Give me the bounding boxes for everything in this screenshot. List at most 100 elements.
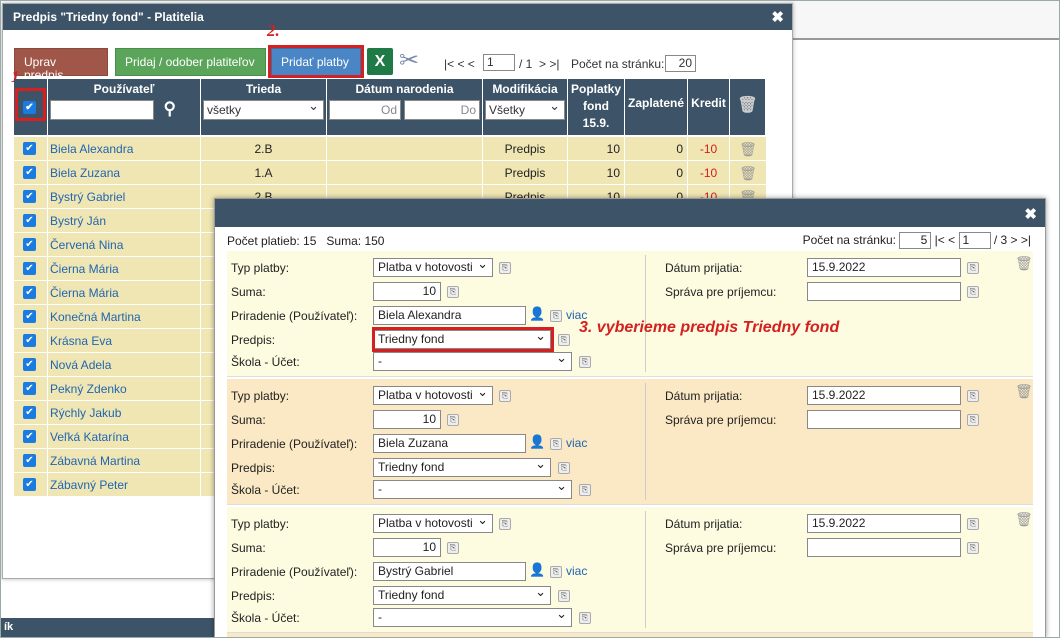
pager-first[interactable]: |< <box>935 233 945 247</box>
page-select[interactable]: 1 <box>483 54 515 71</box>
user-name[interactable]: Nová Adela <box>48 353 201 377</box>
trash-icon[interactable]: 🗑 <box>730 161 766 185</box>
row-checkbox[interactable]: ✔ <box>23 262 36 275</box>
user-name[interactable]: Konečná Martina <box>48 305 201 329</box>
row-checkbox[interactable]: ✔ <box>23 310 36 323</box>
copy-icon[interactable]: ⎘ <box>499 390 511 402</box>
user-name[interactable]: Čierna Mária <box>48 257 201 281</box>
user-name[interactable]: Zábavný Peter <box>48 473 201 497</box>
class-filter-select[interactable]: všetky <box>203 98 324 120</box>
close-icon[interactable]: ✖ <box>1024 205 1037 223</box>
copy-icon[interactable]: ⎘ <box>579 484 591 496</box>
copy-icon[interactable]: ⎘ <box>550 566 562 578</box>
row-checkbox[interactable]: ✔ <box>23 214 36 227</box>
per-page-input[interactable]: 5 <box>899 232 932 249</box>
row-checkbox[interactable]: ✔ <box>23 142 36 155</box>
school-account-select[interactable]: - <box>373 478 572 499</box>
trash-icon[interactable]: 🗑 <box>1015 383 1033 400</box>
more-link[interactable]: viac <box>566 436 587 450</box>
payment-type-select[interactable]: Platba v hotovosti <box>373 384 493 405</box>
copy-icon[interactable]: ⎘ <box>967 286 979 298</box>
sum-input[interactable]: 10 <box>373 538 441 557</box>
copy-icon[interactable]: ⎘ <box>579 356 591 368</box>
pager-next[interactable]: > >| <box>1011 233 1031 247</box>
payment-type-select[interactable]: Platba v hotovosti <box>373 512 493 533</box>
copy-icon[interactable]: ⎘ <box>447 286 459 298</box>
user-name[interactable]: Zábavná Martina <box>48 449 201 473</box>
user-name[interactable]: Pekný Zdenko <box>48 377 201 401</box>
copy-icon[interactable]: ⎘ <box>967 518 979 530</box>
copy-icon[interactable]: ⎘ <box>579 612 591 624</box>
pager-next[interactable]: > >| <box>539 57 559 71</box>
trash-icon[interactable]: 🗑 <box>1015 255 1033 272</box>
per-page-input[interactable]: 20 <box>665 55 696 72</box>
user-name[interactable]: Bystrý Gabriel <box>48 185 201 209</box>
search-icon[interactable]: ⚲ <box>164 99 176 119</box>
predpis-select[interactable]: Triedny fond <box>373 456 551 477</box>
school-account-select[interactable]: - <box>373 606 572 627</box>
user-name[interactable]: Čierna Mária <box>48 281 201 305</box>
assign-user-input[interactable]: Biela Zuzana <box>373 434 526 453</box>
page-select[interactable]: 1 <box>958 232 991 249</box>
user-name[interactable]: Veľká Katarína <box>48 425 201 449</box>
predpis-select[interactable]: Triedny fond <box>373 584 551 605</box>
user-name[interactable]: Červená Nina <box>48 233 201 257</box>
pager-first-prev[interactable]: |< < < <box>444 57 475 71</box>
row-checkbox[interactable]: ✔ <box>23 382 36 395</box>
row-checkbox[interactable]: ✔ <box>23 406 36 419</box>
row-checkbox[interactable]: ✔ <box>23 166 36 179</box>
copy-icon[interactable]: ⎘ <box>550 438 562 450</box>
copy-icon[interactable]: ⎘ <box>499 518 511 530</box>
copy-icon[interactable]: ⎘ <box>550 310 562 322</box>
pager-prev[interactable]: < <box>948 233 955 247</box>
copy-icon[interactable]: ⎘ <box>447 414 459 426</box>
copy-icon[interactable]: ⎘ <box>967 414 979 426</box>
more-link[interactable]: viac <box>566 564 587 578</box>
copy-icon[interactable]: ⎘ <box>558 334 570 346</box>
message-input[interactable] <box>807 410 961 429</box>
excel-icon[interactable]: X <box>367 48 393 75</box>
copy-icon[interactable]: ⎘ <box>967 390 979 402</box>
copy-icon[interactable]: ⎘ <box>447 542 459 554</box>
add-remove-payers-button[interactable]: Pridaj / odober platiteľov <box>115 48 266 76</box>
user-picker-icon[interactable]: 👤 <box>529 434 545 450</box>
copy-icon[interactable]: ⎘ <box>967 262 979 274</box>
user-name[interactable]: Rýchly Jakub <box>48 401 201 425</box>
user-name[interactable]: Bystrý Ján <box>48 209 201 233</box>
copy-icon[interactable]: ⎘ <box>558 590 570 602</box>
copy-icon[interactable]: ⎘ <box>967 542 979 554</box>
message-input[interactable] <box>807 538 961 557</box>
row-checkbox[interactable]: ✔ <box>23 238 36 251</box>
user-picker-icon[interactable]: 👤 <box>529 306 545 322</box>
row-checkbox[interactable]: ✔ <box>23 430 36 443</box>
date-input[interactable]: 15.9.2022 <box>807 386 961 405</box>
row-checkbox[interactable]: ✔ <box>23 358 36 371</box>
assign-user-input[interactable]: Biela Alexandra <box>373 306 526 325</box>
birth-to-input[interactable]: Do <box>404 100 480 120</box>
user-picker-icon[interactable]: 👤 <box>529 562 545 578</box>
row-checkbox[interactable]: ✔ <box>23 478 36 491</box>
trash-icon[interactable]: 🗑 <box>1015 511 1033 528</box>
trash-icon[interactable]: 🗑 <box>730 95 765 115</box>
mod-filter-select[interactable]: Všetky <box>485 98 565 120</box>
row-checkbox[interactable]: ✔ <box>23 286 36 299</box>
date-input[interactable]: 15.9.2022 <box>807 258 961 277</box>
date-input[interactable]: 15.9.2022 <box>807 514 961 533</box>
birth-from-input[interactable]: Od <box>329 100 401 120</box>
school-account-select[interactable]: - <box>373 350 572 371</box>
sum-input[interactable]: 10 <box>373 282 441 301</box>
tools-icon[interactable]: ✂ <box>399 46 419 75</box>
user-name[interactable]: Krásna Eva <box>48 329 201 353</box>
copy-icon[interactable]: ⎘ <box>499 262 511 274</box>
payment-type-select[interactable]: Platba v hotovosti <box>373 256 493 277</box>
row-checkbox[interactable]: ✔ <box>23 454 36 467</box>
copy-icon[interactable]: ⎘ <box>558 462 570 474</box>
user-name[interactable]: Biela Alexandra <box>48 137 201 161</box>
trash-icon[interactable]: 🗑 <box>730 137 766 161</box>
row-checkbox[interactable]: ✔ <box>23 334 36 347</box>
close-icon[interactable]: ✖ <box>771 8 784 26</box>
assign-user-input[interactable]: Bystrý Gabriel <box>373 562 526 581</box>
row-checkbox[interactable]: ✔ <box>23 190 36 203</box>
message-input[interactable] <box>807 282 961 301</box>
user-name[interactable]: Biela Zuzana <box>48 161 201 185</box>
